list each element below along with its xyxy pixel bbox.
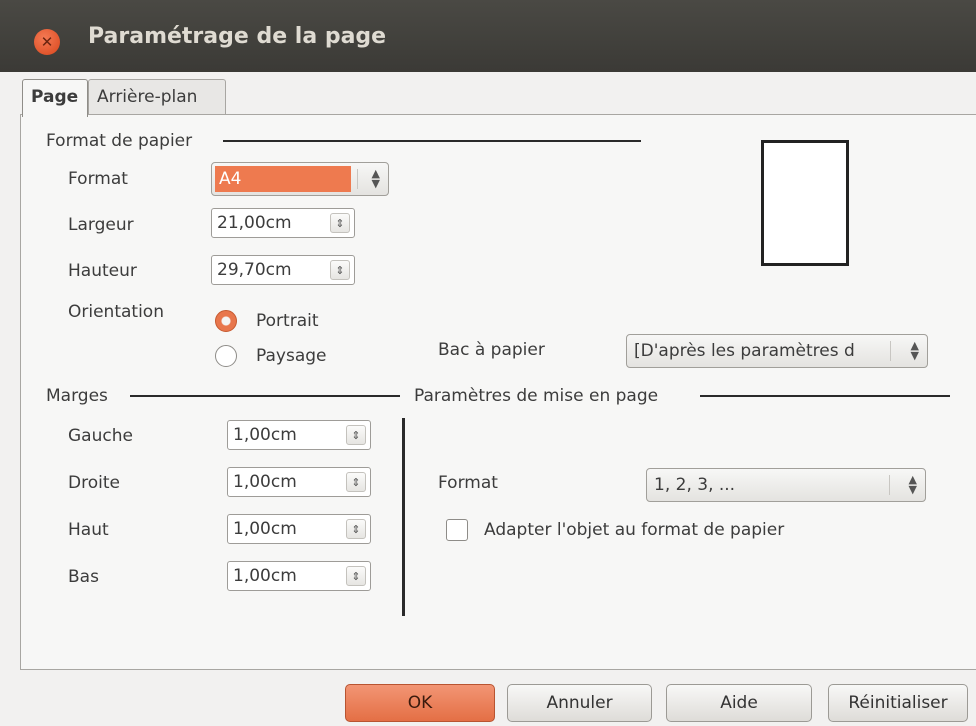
tab-background[interactable]: Arrière-plan	[88, 79, 226, 115]
landscape-label[interactable]: Paysage	[256, 346, 327, 366]
bottom-margin-label: Bas	[68, 567, 99, 587]
window-title: Paramétrage de la page	[88, 24, 387, 49]
numbering-format-label: Format	[438, 473, 498, 493]
height-value: 29,70cm	[217, 260, 292, 280]
spin-arrows-icon[interactable]: ⇕	[346, 472, 366, 492]
title-bar: ✕ Paramétrage de la page	[0, 0, 976, 72]
updown-arrow-icon: ▲ ▼	[908, 473, 917, 496]
numbering-format-value: 1, 2, 3, ...	[654, 475, 736, 495]
section-divider	[700, 395, 950, 397]
combo-separator	[890, 341, 891, 361]
height-label: Hauteur	[68, 261, 137, 281]
spin-arrows-icon[interactable]: ⇕	[330, 260, 350, 280]
paper-format-value: A4	[219, 169, 242, 189]
format-label: Format	[68, 169, 128, 189]
reset-button[interactable]: Réinitialiser	[828, 684, 968, 722]
combo-separator	[889, 475, 890, 495]
page-preview	[761, 140, 849, 266]
vertical-divider	[402, 418, 405, 616]
left-margin-value: 1,00cm	[233, 425, 297, 445]
section-divider	[130, 395, 400, 397]
orientation-label: Orientation	[68, 302, 164, 322]
bottom-margin-value: 1,00cm	[233, 566, 297, 586]
paper-tray-select[interactable]: [D'après les paramètres d ▲ ▼	[626, 334, 928, 368]
right-margin-label: Droite	[68, 473, 120, 493]
spin-arrows-icon[interactable]: ⇕	[346, 519, 366, 539]
tab-page[interactable]: Page	[22, 79, 88, 117]
paper-format-section-label: Format de papier	[46, 131, 193, 151]
layout-settings-section-label: Paramètres de mise en page	[414, 386, 659, 406]
format-label-text: Format	[68, 169, 128, 189]
paper-format-select[interactable]: A4 ▲ ▼	[211, 162, 389, 196]
spin-arrows-icon[interactable]: ⇕	[330, 213, 350, 233]
top-margin-spinbox[interactable]: 1,00cm ⇕	[227, 514, 371, 544]
height-spinbox[interactable]: 29,70cm ⇕	[211, 255, 355, 285]
width-value: 21,00cm	[217, 213, 292, 233]
margins-section-label: Marges	[46, 386, 108, 406]
portrait-label[interactable]: Portrait	[256, 311, 319, 331]
ok-button[interactable]: OK	[345, 684, 495, 722]
spin-arrows-icon[interactable]: ⇕	[346, 425, 366, 445]
section-divider	[223, 140, 641, 142]
paper-tray-value: [D'après les paramètres d	[634, 341, 855, 361]
spin-arrows-icon[interactable]: ⇕	[346, 566, 366, 586]
updown-arrow-icon: ▲ ▼	[371, 167, 380, 190]
help-button[interactable]: Aide	[666, 684, 812, 722]
left-margin-spinbox[interactable]: 1,00cm ⇕	[227, 420, 371, 450]
right-margin-value: 1,00cm	[233, 472, 297, 492]
top-margin-value: 1,00cm	[233, 519, 297, 539]
top-margin-label: Haut	[68, 520, 109, 540]
width-spinbox[interactable]: 21,00cm ⇕	[211, 208, 355, 238]
left-margin-label: Gauche	[68, 426, 133, 446]
updown-arrow-icon: ▲ ▼	[910, 339, 919, 362]
right-margin-spinbox[interactable]: 1,00cm ⇕	[227, 467, 371, 497]
width-label: Largeur	[68, 215, 134, 235]
bottom-margin-spinbox[interactable]: 1,00cm ⇕	[227, 561, 371, 591]
fit-object-checkbox[interactable]	[446, 519, 468, 541]
fit-object-label[interactable]: Adapter l'objet au format de papier	[484, 520, 784, 540]
paper-tray-label: Bac à papier	[438, 340, 545, 360]
portrait-radio[interactable]	[215, 310, 237, 332]
close-icon[interactable]: ✕	[34, 29, 60, 55]
combo-separator	[357, 169, 358, 189]
landscape-radio[interactable]	[215, 345, 237, 367]
numbering-format-select[interactable]: 1, 2, 3, ... ▲ ▼	[646, 468, 926, 502]
cancel-button[interactable]: Annuler	[507, 684, 652, 722]
